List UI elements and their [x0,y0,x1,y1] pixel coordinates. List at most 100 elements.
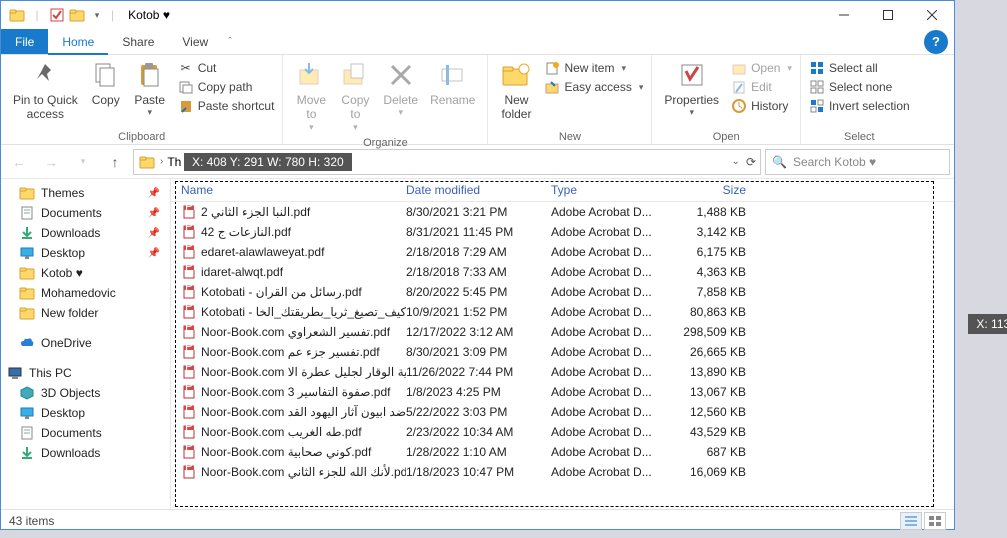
new-folder-button[interactable]: New folder [494,57,538,124]
address-dropdown-icon[interactable]: ⌄ [732,156,740,167]
file-date: 2/18/2018 7:33 AM [406,265,551,279]
column-type[interactable]: Type [551,183,666,197]
file-row[interactable]: PDFالنازعات ج 42.pdf8/31/2021 11:45 PMAd… [171,222,954,242]
nav-item[interactable]: OneDrive [1,333,170,353]
address-field[interactable]: › Th X: 408 Y: 291 W: 780 H: 320 ⌄ ⟳ [133,149,761,175]
explorer-window: | ▾ | Kotob ♥ File Home Share View ˆ ? [0,0,955,530]
file-list-area: Name Date modified Type Size PDFالنبا ال… [171,179,954,509]
nav-item[interactable]: Mohamedovic [1,283,170,303]
breadcrumb-sep[interactable]: › [160,156,163,167]
edit-button[interactable]: Edit [729,78,794,96]
nav-item[interactable]: Kotob ♥ [1,263,170,283]
nav-item[interactable]: New folder [1,303,170,323]
file-type: Adobe Acrobat D... [551,345,666,359]
file-date: 1/28/2022 1:10 AM [406,445,551,459]
tab-home[interactable]: Home [48,29,108,54]
pdf-icon: PDF [181,384,197,400]
qat-dropdown-icon[interactable]: ▾ [89,7,105,23]
new-item-button[interactable]: New item [542,59,645,77]
qat-folder-icon[interactable] [69,7,85,23]
file-size: 298,509 KB [666,325,746,339]
file-row[interactable]: PDFNoor-Book.com حلية الوقار لجليل عطرة … [171,362,954,382]
nav-item-icon [19,285,35,301]
nav-item[interactable]: Downloads📌 [1,223,170,243]
paste-button[interactable]: Paste▾ [128,57,172,120]
nav-item[interactable]: 3D Objects [1,383,170,403]
pdf-icon: PDF [181,444,197,460]
svg-text:PDF: PDF [185,424,197,433]
file-row[interactable]: PDFNoor-Book.com ضد ابيون آثار اليهود ال… [171,402,954,422]
file-row[interactable]: PDFNoor-Book.com صفوة التفاسير 3.pdf1/8/… [171,382,954,402]
file-type: Adobe Acrobat D... [551,365,666,379]
file-row[interactable]: PDFNoor-Book.com كوني صحابية.pdf1/28/202… [171,442,954,462]
file-type: Adobe Acrobat D... [551,225,666,239]
breadcrumb-start[interactable]: Th [167,155,181,169]
search-icon: 🔍 [772,155,787,169]
cut-button[interactable]: ✂Cut [176,59,277,77]
file-name: Noor-Book.com طه الغريب.pdf [201,425,362,439]
history-button[interactable]: History [729,97,794,115]
file-tab[interactable]: File [1,29,48,54]
rename-button[interactable]: Rename [424,57,481,109]
nav-item[interactable]: This PC [1,363,170,383]
delete-button[interactable]: Delete▾ [377,57,424,120]
pdf-icon: PDF [181,284,197,300]
group-clipboard: Pin to Quick access Copy Paste▾ ✂Cut Cop… [1,55,283,144]
properties-button[interactable]: Properties▾ [658,57,725,120]
minimize-button[interactable] [822,1,866,29]
svg-text:PDF: PDF [185,444,197,453]
recent-dropdown[interactable]: ▾ [69,150,97,174]
close-button[interactable] [910,1,954,29]
nav-item[interactable]: Themes📌 [1,183,170,203]
column-name[interactable]: Name [181,183,406,197]
nav-item[interactable]: Downloads [1,443,170,463]
file-row[interactable]: PDFNoor-Book.com لأنك الله للجزء الثاني.… [171,462,954,482]
nav-item[interactable]: Desktop [1,403,170,423]
tab-view[interactable]: View [168,29,222,54]
file-row[interactable]: PDFNoor-Book.com طه الغريب.pdf2/23/2022 … [171,422,954,442]
column-date[interactable]: Date modified [406,183,551,197]
file-type: Adobe Acrobat D... [551,245,666,259]
nav-item[interactable]: Documents [1,423,170,443]
maximize-button[interactable] [866,1,910,29]
svg-text:PDF: PDF [185,404,197,413]
file-row[interactable]: PDFNoor-Book.com تفسير جزء عم.pdf8/30/20… [171,342,954,362]
nav-item[interactable]: Documents📌 [1,203,170,223]
new-folder-icon [500,59,532,91]
thumbnails-view-button[interactable] [924,512,946,530]
select-all-button[interactable]: Select all [807,59,912,77]
help-button[interactable]: ? [924,30,948,54]
up-button[interactable]: ↑ [101,150,129,174]
easy-access-button[interactable]: Easy access [542,78,645,96]
qat-checkbox-icon[interactable] [49,7,65,23]
move-to-button[interactable]: Move to▾ [289,57,333,135]
file-name: Noor-Book.com صفوة التفاسير 3.pdf [201,385,390,399]
details-view-button[interactable] [900,512,922,530]
nav-item-label: OneDrive [41,336,92,350]
back-button[interactable]: ← [5,150,33,174]
nav-item-label: Themes [41,186,84,200]
forward-button[interactable]: → [37,150,65,174]
copy-to-button[interactable]: Copy to▾ [333,57,377,135]
copy-button[interactable]: Copy [84,57,128,109]
refresh-button[interactable]: ⟳ [746,155,756,169]
select-none-button[interactable]: Select none [807,78,912,96]
file-row[interactable]: PDFedaret-alawlaweyat.pdf2/18/2018 7:29 … [171,242,954,262]
column-size[interactable]: Size [666,183,746,197]
file-name: Noor-Book.com تفسير الشعراوي.pdf [201,325,390,339]
ribbon-collapse-icon[interactable]: ˆ [222,36,238,48]
copy-path-button[interactable]: Copy path [176,78,277,96]
invert-selection-button[interactable]: Invert selection [807,97,912,115]
search-box[interactable]: 🔍 Search Kotob ♥ [765,149,950,175]
file-row[interactable]: PDFidaret-alwqt.pdf2/18/2018 7:33 AMAdob… [171,262,954,282]
tab-share[interactable]: Share [108,29,168,54]
pin-quick-access-button[interactable]: Pin to Quick access [7,57,84,124]
file-row[interactable]: PDFKotobati - كيف_تصيغ_ثريا_بطريقتك_الخا… [171,302,954,322]
file-row[interactable]: PDFNoor-Book.com تفسير الشعراوي.pdf12/17… [171,322,954,342]
open-button[interactable]: Open [729,59,794,77]
file-row[interactable]: PDFKotobati - رسائل من القران.pdf8/20/20… [171,282,954,302]
file-row[interactable]: PDFالنبا الجزء الثاني 2.pdf8/30/2021 3:2… [171,202,954,222]
paste-shortcut-button[interactable]: Paste shortcut [176,97,277,115]
nav-item-label: Documents [41,426,102,440]
nav-item[interactable]: Desktop📌 [1,243,170,263]
